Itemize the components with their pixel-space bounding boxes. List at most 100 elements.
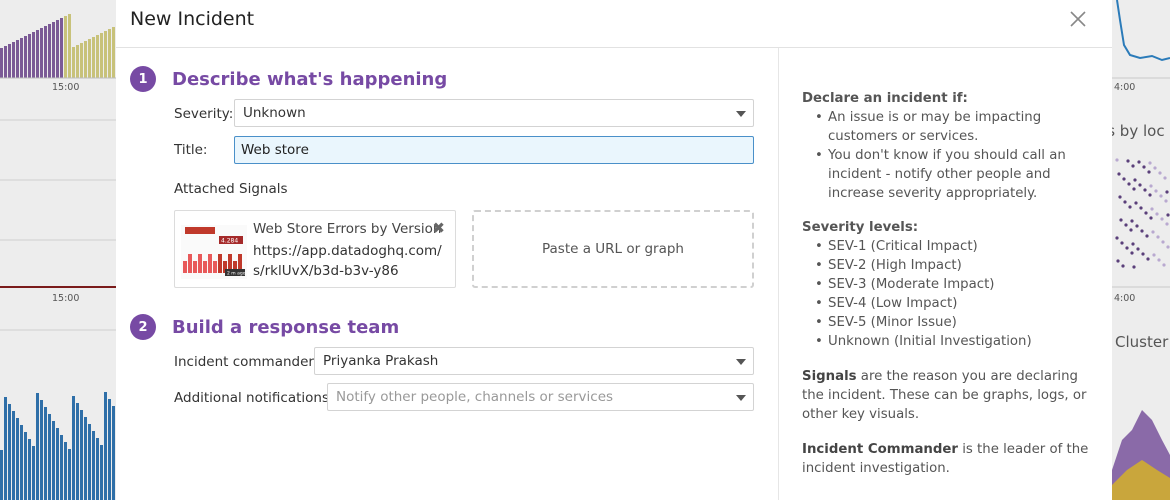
bg-axis-tick: 4:00 — [1114, 82, 1136, 93]
bg-dot — [1143, 188, 1147, 192]
help-list: SEV-1 (Critical Impact) SEV-2 (High Impa… — [802, 237, 1092, 351]
chevron-down-icon — [736, 395, 746, 401]
thumb-bar — [203, 261, 207, 273]
bg-dot — [1136, 247, 1140, 251]
bg-dot — [1124, 223, 1128, 227]
help-declare-section: Declare an incident if: An issue is or m… — [802, 89, 1092, 203]
notifications-select[interactable]: Notify other people, channels or service… — [327, 383, 754, 411]
bg-dot — [1135, 224, 1139, 228]
bg-bar — [28, 34, 31, 78]
bg-dot — [1122, 177, 1126, 181]
bg-bar — [64, 442, 67, 500]
bg-bar — [60, 18, 63, 78]
background-right-graphs — [1112, 0, 1170, 500]
bg-bar — [96, 438, 99, 500]
bg-dot — [1145, 234, 1149, 238]
bg-axis-tick: 4:00 — [1114, 293, 1136, 304]
thumb-badge-time: 2 m ago — [227, 271, 246, 277]
bg-dot — [1121, 264, 1125, 268]
bg-bar — [52, 421, 55, 500]
bg-bar — [8, 44, 11, 78]
bg-bar — [20, 425, 23, 500]
bg-dot — [1156, 235, 1160, 239]
help-severity-section: Severity levels: SEV-1 (Critical Impact)… — [802, 218, 1092, 351]
bg-dot — [1154, 189, 1158, 193]
title-label: Title: — [174, 142, 208, 158]
signal-graph-thumbnail: 4.284 2 m ago — [181, 225, 247, 279]
close-icon[interactable] — [1066, 7, 1090, 31]
bg-dot — [1140, 229, 1144, 233]
bg-bar — [80, 410, 83, 500]
step-title: Build a response team — [172, 316, 400, 338]
help-list-item: SEV-3 (Moderate Impact) — [815, 275, 1092, 294]
background-left-panel: 15:00 15:00 — [0, 0, 116, 500]
help-list-item: SEV-2 (High Impact) — [815, 256, 1092, 275]
bg-dot — [1165, 222, 1169, 226]
bg-dot — [1128, 205, 1132, 209]
commander-select[interactable]: Priyanka Prakash — [314, 347, 754, 375]
paste-url-dropzone[interactable]: Paste a URL or graph — [472, 210, 754, 288]
help-list-item: SEV-5 (Minor Issue) — [815, 313, 1092, 332]
help-list-item: SEV-1 (Critical Impact) — [815, 237, 1092, 256]
bg-dot — [1146, 257, 1150, 261]
incident-form: 1 Describe what's happening Severity: Un… — [116, 48, 778, 500]
bg-axis-tick: 15:00 — [52, 293, 80, 304]
bg-dot — [1118, 195, 1122, 199]
signal-url[interactable]: https://app.datadoghq.com/s/rklUvX/b3d-b… — [253, 241, 453, 281]
bg-dot — [1162, 263, 1166, 267]
bg-dot — [1116, 259, 1120, 263]
bg-bar — [72, 396, 75, 500]
bg-dot — [1148, 161, 1152, 165]
bg-dot — [1163, 176, 1167, 180]
bg-dot — [1142, 165, 1146, 169]
help-term: Signals — [802, 369, 857, 384]
bg-dot — [1132, 187, 1136, 191]
thumb-bar — [198, 254, 202, 273]
bg-bar — [84, 41, 87, 78]
help-list-item: An issue is or may be impacting customer… — [815, 108, 1092, 146]
bg-dot — [1126, 159, 1130, 163]
bg-dot — [1160, 217, 1164, 221]
bg-bar — [0, 48, 3, 78]
bg-dot — [1144, 211, 1148, 215]
bg-bar — [68, 14, 71, 78]
bg-bar — [96, 35, 99, 78]
bg-bar — [28, 439, 31, 500]
step-describe: 1 Describe what's happening — [130, 66, 447, 92]
bg-bar — [88, 424, 91, 500]
remove-signal-icon[interactable]: ✖ — [432, 219, 445, 237]
bg-bar — [108, 29, 111, 78]
attached-signal-card[interactable]: 4.284 2 m ago Web Store Errors by Versio… — [174, 210, 456, 288]
severity-label: Severity: — [174, 106, 234, 122]
bg-widget-title: Cluster — [1115, 333, 1169, 351]
thumb-bar — [213, 261, 217, 273]
bg-bar — [24, 432, 27, 500]
bg-bar — [108, 399, 111, 500]
bg-dot — [1123, 200, 1127, 204]
bg-dot — [1125, 246, 1129, 250]
bg-dot — [1120, 241, 1124, 245]
bg-dot — [1164, 199, 1168, 203]
bg-dot — [1155, 212, 1159, 216]
background-left-graphs — [0, 14, 116, 500]
bg-bar — [84, 417, 87, 500]
bg-bar — [20, 38, 23, 78]
bg-dot — [1127, 182, 1131, 186]
bg-dot — [1138, 183, 1142, 187]
bg-bar — [44, 407, 47, 500]
bg-dot — [1133, 178, 1137, 182]
severity-select[interactable]: Unknown — [234, 99, 754, 127]
step-number-badge: 2 — [130, 314, 156, 340]
help-heading: Severity levels: — [802, 220, 919, 235]
new-incident-modal: New Incident 1 Describe what's happening… — [116, 0, 1112, 500]
title-input[interactable] — [234, 136, 754, 164]
bg-dot — [1149, 184, 1153, 188]
help-list: An issue is or may be impacting customer… — [802, 108, 1092, 203]
thumb-bar — [208, 254, 212, 273]
help-panel: Declare an incident if: An issue is or m… — [778, 48, 1112, 500]
bg-dot — [1117, 172, 1121, 176]
step-title: Describe what's happening — [172, 68, 448, 90]
bg-dot — [1147, 170, 1151, 174]
bg-dot — [1159, 194, 1163, 198]
bg-bar — [12, 411, 15, 500]
